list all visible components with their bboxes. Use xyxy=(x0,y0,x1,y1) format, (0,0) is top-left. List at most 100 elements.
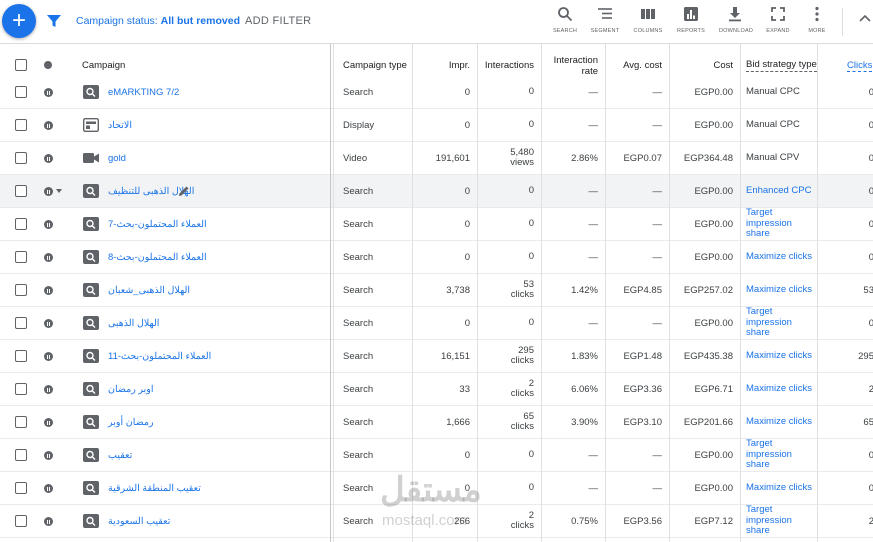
chevron-up-icon[interactable] xyxy=(858,11,872,25)
status-column-header-icon[interactable] xyxy=(44,61,52,69)
reports-tool-button[interactable]: REPORTS xyxy=(675,6,707,34)
row-checkbox[interactable] xyxy=(15,284,27,296)
columns-tool-button[interactable]: COLUMNS xyxy=(632,6,664,34)
table-row[interactable]: gold Video 191,601 5,480 views 2.86% EGP0.07 EG… xyxy=(0,142,873,175)
bid-strategy-cell[interactable]: Enhanced CPC xyxy=(740,175,812,207)
campaign-name-link[interactable]: العملاء المحتملون-بحث-11 xyxy=(108,340,211,372)
search-campaign-icon xyxy=(83,283,99,297)
row-checkbox[interactable] xyxy=(15,185,27,197)
bid-strategy-cell[interactable]: Maximize clicks xyxy=(740,373,812,405)
search-campaign-icon xyxy=(83,514,99,528)
campaign-name-link[interactable]: gold xyxy=(108,142,126,174)
interactions-cell: 0 xyxy=(477,307,541,339)
bid-strategy-value: Maximize clicks xyxy=(746,415,812,427)
campaign-name-link[interactable]: اوبر رمضان xyxy=(108,373,154,405)
paused-status-icon[interactable] xyxy=(44,385,53,394)
row-checkbox[interactable] xyxy=(15,119,27,131)
bid-strategy-cell[interactable]: Maximize clicks xyxy=(740,406,812,438)
bid-strategy-cell[interactable]: Maximize clicks xyxy=(740,340,812,372)
paused-status-icon[interactable] xyxy=(44,154,53,163)
clicks-cell: 53 xyxy=(817,274,873,306)
cost-cell: EGP0.00 xyxy=(669,439,740,471)
paused-status-icon[interactable] xyxy=(44,418,53,427)
row-checkbox[interactable] xyxy=(15,383,27,395)
campaign-name-link[interactable]: تعقيب المنطقة الشرقية xyxy=(108,472,201,504)
row-checkbox[interactable] xyxy=(15,515,27,527)
row-checkbox[interactable] xyxy=(15,317,27,329)
table-row[interactable]: العملاء المحتملون-بحث-7 Search 0 0 — — EGP0.00… xyxy=(0,208,873,241)
paused-status-icon[interactable] xyxy=(44,517,53,526)
campaign-name-link[interactable]: eMARKTING 7/2 xyxy=(108,76,179,108)
table-row[interactable]: الهلال الذهبى_شعبان Search 3,738 53 clicks 1.… xyxy=(0,274,873,307)
table-row[interactable]: تعقيب Search 0 0 — — EGP0.00 Target impression … xyxy=(0,439,873,472)
campaign-type-cell: Search xyxy=(337,241,412,273)
bid-strategy-cell[interactable]: Maximize clicks xyxy=(740,472,812,504)
campaign-name-link[interactable]: الاتحاد xyxy=(108,109,132,141)
campaign-name-link[interactable]: العملاء المحتملون-بحث-7 xyxy=(108,208,207,240)
campaign-name-link[interactable]: رمضان أوبر xyxy=(108,406,154,438)
row-checkbox[interactable] xyxy=(15,416,27,428)
table-row[interactable]: الهلال الذهبى Search 0 0 — — EGP0.00 Target imp… xyxy=(0,307,873,340)
table-row[interactable]: تعقيب المنطقة الشرقية Search 0 0 — — EGP0.00 Ma… xyxy=(0,472,873,505)
funnel-icon[interactable] xyxy=(46,13,62,29)
row-checkbox[interactable] xyxy=(15,482,27,494)
more-tool-button[interactable]: MORE xyxy=(801,6,833,34)
campaign-name-link[interactable]: العملاء المحتملون-بحث-8 xyxy=(108,241,207,273)
interaction-rate-value: 2.86% xyxy=(571,152,598,164)
campaign-name-link[interactable]: تعقيب السعودية xyxy=(108,505,170,537)
paused-status-icon[interactable] xyxy=(44,253,53,262)
interactions-unit: clicks xyxy=(510,355,534,366)
select-all-checkbox[interactable] xyxy=(15,59,27,71)
row-checkbox[interactable] xyxy=(15,251,27,263)
table-row[interactable]: تعقيب السعودية Search 266 2 clicks 0.75% EGP3.… xyxy=(0,505,873,538)
video-campaign-icon xyxy=(83,151,99,165)
row-checkbox[interactable] xyxy=(15,449,27,461)
table-row[interactable]: العملاء المحتملون-بحث-8 Search 0 0 — — EGP0.00… xyxy=(0,241,873,274)
add-campaign-button[interactable]: + xyxy=(2,4,36,38)
bid-strategy-cell[interactable]: Target impression share xyxy=(740,208,812,240)
paused-status-icon[interactable] xyxy=(44,352,53,361)
pencil-icon[interactable] xyxy=(178,185,190,197)
bid-strategy-cell[interactable]: Target impression share xyxy=(740,307,812,339)
row-checkbox[interactable] xyxy=(15,86,27,98)
expand-tool-button[interactable]: EXPAND xyxy=(762,6,794,34)
campaign-status-filter-chip[interactable]: Campaign status: All but removed xyxy=(76,15,240,27)
impr-cell: 0 xyxy=(412,439,477,471)
row-checkbox[interactable] xyxy=(15,218,27,230)
paused-status-icon[interactable] xyxy=(44,187,53,196)
campaign-name-link[interactable]: الهلال الذهبى_شعبان xyxy=(108,274,190,306)
table-row[interactable]: العملاء المحتملون-بحث-11 Search 16,151 295 c… xyxy=(0,340,873,373)
bid-strategy-cell[interactable]: Maximize clicks xyxy=(740,241,812,273)
campaign-name-link[interactable]: تعقيب xyxy=(108,439,132,471)
campaign-name-link[interactable]: الهلال الذهبى xyxy=(108,307,159,339)
paused-status-icon[interactable] xyxy=(44,484,53,493)
paused-status-icon[interactable] xyxy=(44,220,53,229)
download-tool-button[interactable]: DOWNLOAD xyxy=(719,6,753,34)
paused-status-icon[interactable] xyxy=(44,319,53,328)
clicks-value: 0 xyxy=(868,482,873,494)
bid-strategy-cell[interactable]: Target impression share xyxy=(740,439,812,471)
interactions-unit: clicks xyxy=(510,388,534,399)
table-row[interactable]: رمضان أوبر Search 1,666 65 clicks 3.90% EGP3.1… xyxy=(0,406,873,439)
avg-cost-value: EGP4.85 xyxy=(623,284,662,296)
chevron-down-icon[interactable] xyxy=(56,189,62,193)
paused-status-icon[interactable] xyxy=(44,286,53,295)
paused-status-icon[interactable] xyxy=(44,121,53,130)
interaction-rate-value: — xyxy=(588,218,599,230)
table-row[interactable]: eMARKTING 7/2 Search 0 0 — — EGP0.00 Manual CPC… xyxy=(0,76,873,109)
paused-status-icon[interactable] xyxy=(44,451,53,460)
paused-status-icon[interactable] xyxy=(44,88,53,97)
table-row[interactable]: الاتحاد Display 0 0 — — EGP0.00 Manual CPC 0 xyxy=(0,109,873,142)
row-checkbox[interactable] xyxy=(15,152,27,164)
column-divider xyxy=(412,44,413,542)
search-tool-button[interactable]: SEARCH xyxy=(549,6,581,34)
bid-strategy-cell[interactable]: Target impression share xyxy=(740,505,812,537)
bid-strategy-cell[interactable]: Maximize clicks xyxy=(740,274,812,306)
column-divider[interactable] xyxy=(330,44,331,542)
add-filter-button[interactable]: ADD FILTER xyxy=(245,15,311,27)
table-row[interactable]: اوبر رمضان Search 33 2 clicks 6.06% EGP3.36 EGP… xyxy=(0,373,873,406)
interaction-rate-cell: 6.06% xyxy=(541,373,605,405)
row-checkbox[interactable] xyxy=(15,350,27,362)
segment-tool-button[interactable]: SEGMENT xyxy=(589,6,621,34)
table-row[interactable]: الهلال الذهبى للتنظيف Search 0 0— — EGP0.00 En… xyxy=(0,175,873,208)
